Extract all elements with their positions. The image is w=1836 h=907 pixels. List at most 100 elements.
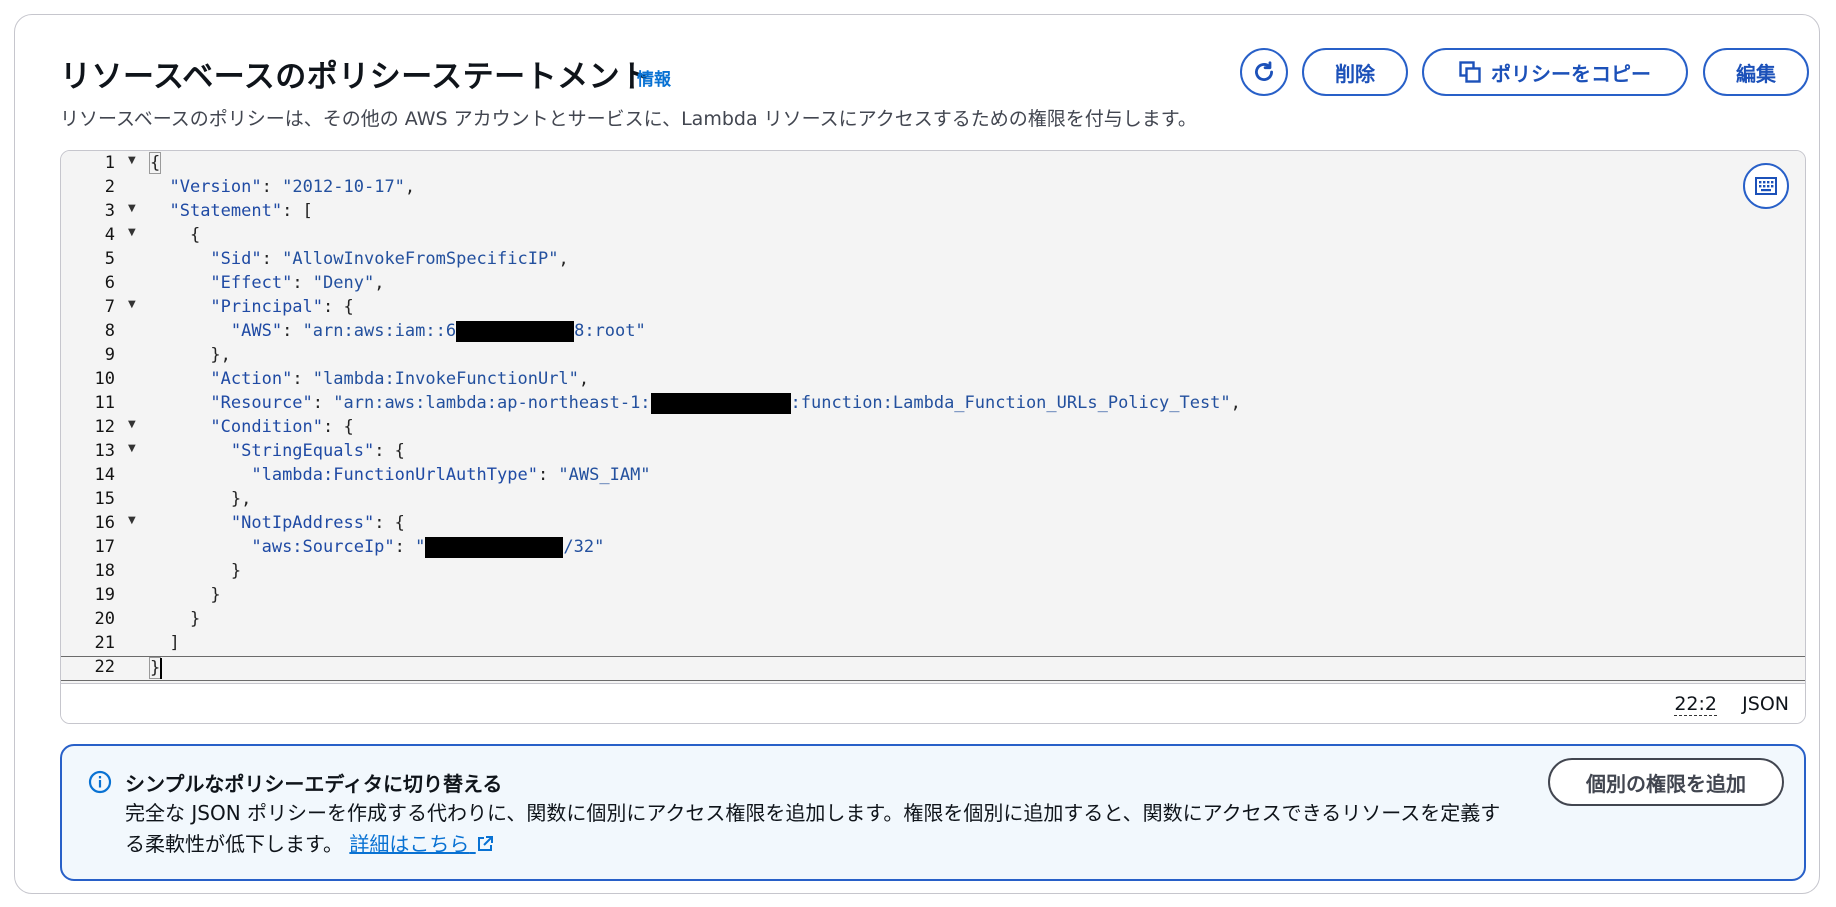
code-line: "Action": "lambda:InvokeFunctionUrl", bbox=[210, 369, 590, 389]
line-number-gutter: 1 2 3 4 5 6 7 8 9 10 11 12 13 14 15 16 1… bbox=[61, 151, 146, 683]
keyboard-icon bbox=[1755, 177, 1777, 195]
copy-policy-button[interactable]: ポリシーをコピー bbox=[1422, 48, 1688, 96]
code-line: { bbox=[149, 225, 201, 245]
text-cursor bbox=[160, 658, 162, 679]
json-key: "aws:SourceIp" bbox=[251, 537, 395, 557]
json-value: "AllowInvokeFromSpecificIP" bbox=[282, 249, 559, 269]
code-line: } bbox=[149, 585, 221, 605]
fold-toggle[interactable]: ▼ bbox=[128, 419, 136, 430]
json-key: "Version" bbox=[169, 177, 262, 197]
json-key: "AWS" bbox=[230, 321, 283, 341]
code-line: "aws:SourceIp": "/32" bbox=[251, 536, 605, 558]
code-line: "Resource": "arn:aws:lambda:ap-northeast… bbox=[210, 392, 1241, 414]
info-link[interactable]: 情報 bbox=[637, 65, 671, 90]
learn-more-link[interactable]: 詳細はこちら bbox=[349, 832, 493, 856]
copy-policy-label: ポリシーをコピー bbox=[1491, 61, 1651, 86]
line-number: 7 bbox=[104, 297, 115, 317]
line-number: 21 bbox=[94, 633, 115, 653]
json-key: "StringEquals" bbox=[230, 441, 375, 461]
external-link-icon bbox=[477, 836, 493, 851]
json-value: "lambda:InvokeFunctionUrl" bbox=[312, 369, 579, 389]
fold-toggle[interactable]: ▼ bbox=[128, 203, 136, 214]
language-mode: JSON bbox=[1742, 693, 1789, 715]
line-number: 20 bbox=[94, 609, 115, 629]
line-number: 10 bbox=[94, 369, 115, 389]
info-alert: シンプルなポリシーエディタに切り替える 完全な JSON ポリシーを作成する代わ… bbox=[60, 744, 1806, 881]
json-value: "2012-10-17" bbox=[282, 177, 405, 197]
add-individual-permission-button[interactable]: 個別の権限を追加 bbox=[1548, 758, 1784, 806]
line-number: 19 bbox=[94, 585, 115, 605]
fold-toggle[interactable]: ▼ bbox=[128, 227, 136, 238]
json-key: "lambda:FunctionUrlAuthType" bbox=[251, 465, 538, 485]
code-line: "NotIpAddress": { bbox=[230, 513, 405, 533]
line-number: 12 bbox=[94, 417, 115, 437]
code-line: }, bbox=[149, 489, 252, 509]
json-value: "Deny" bbox=[312, 273, 375, 293]
json-value: "arn:aws:lambda:ap-northeast-1: bbox=[333, 393, 651, 413]
json-value: :function:Lambda_Function_URLs_Policy_Te… bbox=[790, 393, 1231, 413]
line-number: 18 bbox=[94, 561, 115, 581]
alert-body-text: 完全な JSON ポリシーを作成する代わりに、関数に個別にアクセス権限を追加しま… bbox=[125, 801, 1501, 856]
json-key: "Action" bbox=[210, 369, 293, 389]
line-number: 3 bbox=[104, 201, 115, 221]
json-key: "NotIpAddress" bbox=[230, 513, 375, 533]
matched-bracket: { bbox=[149, 152, 162, 174]
code-line: } bbox=[149, 561, 242, 581]
line-number: 16 bbox=[94, 513, 115, 533]
refresh-button[interactable] bbox=[1240, 48, 1288, 96]
line-number: 4 bbox=[104, 225, 115, 245]
code-line: } bbox=[149, 609, 201, 629]
cursor-position[interactable]: 22:2 bbox=[1674, 693, 1717, 716]
fold-toggle[interactable]: ▼ bbox=[128, 299, 136, 310]
edit-button[interactable]: 編集 bbox=[1703, 48, 1809, 96]
line-number: 15 bbox=[94, 489, 115, 509]
line-number: 22 bbox=[94, 657, 115, 677]
redacted-account-id bbox=[456, 320, 575, 342]
redacted-ip-address bbox=[425, 536, 564, 558]
json-value: "AWS_IAM" bbox=[558, 465, 651, 485]
json-value: " bbox=[415, 537, 426, 557]
line-number: 6 bbox=[104, 273, 115, 293]
editor-status-bar: 22:2 JSON bbox=[61, 683, 1805, 723]
code-line: "Sid": "AllowInvokeFromSpecificIP", bbox=[210, 249, 569, 269]
code-line: }, bbox=[149, 345, 231, 365]
line-number: 1 bbox=[104, 153, 115, 173]
code-line: "AWS": "arn:aws:iam::6 8:root" bbox=[230, 320, 646, 342]
page-description: リソースベースのポリシーは、その他の AWS アカウントとサービスに、Lambd… bbox=[60, 108, 1197, 130]
json-key: "Sid" bbox=[210, 249, 262, 269]
line-number: 14 bbox=[94, 465, 115, 485]
json-key: "Condition" bbox=[210, 417, 324, 437]
code-line: "Principal": { bbox=[210, 297, 354, 317]
fold-toggle[interactable]: ▼ bbox=[128, 515, 136, 526]
code-line: "lambda:FunctionUrlAuthType": "AWS_IAM" bbox=[251, 465, 651, 485]
json-key: "Resource" bbox=[210, 393, 313, 413]
line-number: 13 bbox=[94, 441, 115, 461]
code-line: { bbox=[149, 151, 162, 175]
refresh-icon bbox=[1255, 61, 1273, 81]
policy-code-editor[interactable]: 1 2 3 4 5 6 7 8 9 10 11 12 13 14 15 16 1… bbox=[60, 150, 1806, 724]
json-key: "Principal" bbox=[210, 297, 324, 317]
fold-toggle[interactable]: ▼ bbox=[128, 443, 136, 454]
delete-button[interactable]: 削除 bbox=[1302, 48, 1408, 96]
keyboard-shortcuts-button[interactable] bbox=[1743, 163, 1789, 209]
line-number: 8 bbox=[104, 321, 115, 341]
json-value: "arn:aws:iam::6 bbox=[302, 321, 457, 341]
learn-more-label: 詳細はこちら bbox=[349, 832, 470, 856]
line-number: 2 bbox=[104, 177, 115, 197]
code-line: "Effect": "Deny", bbox=[210, 273, 385, 293]
info-icon bbox=[88, 770, 112, 794]
json-value: 8:root" bbox=[574, 321, 646, 341]
copy-icon bbox=[1459, 61, 1481, 83]
fold-toggle[interactable]: ▼ bbox=[128, 155, 136, 166]
code-line: "StringEquals": { bbox=[230, 441, 405, 461]
resource-policy-panel: リソースベースのポリシーステートメント 情報 リソースベースのポリシーは、その他… bbox=[14, 14, 1820, 894]
alert-title: シンプルなポリシーエディタに切り替える bbox=[125, 772, 503, 796]
json-value: /32" bbox=[563, 537, 605, 557]
json-key: "Effect" bbox=[210, 273, 293, 293]
code-line: "Version": "2012-10-17", bbox=[169, 177, 416, 197]
redacted-account-id bbox=[650, 392, 791, 414]
code-area[interactable]: 1 2 3 4 5 6 7 8 9 10 11 12 13 14 15 16 1… bbox=[61, 151, 1805, 683]
line-number: 9 bbox=[104, 345, 115, 365]
page-title: リソースベースのポリシーステートメント bbox=[60, 59, 652, 95]
code-line: "Condition": { bbox=[210, 417, 354, 437]
